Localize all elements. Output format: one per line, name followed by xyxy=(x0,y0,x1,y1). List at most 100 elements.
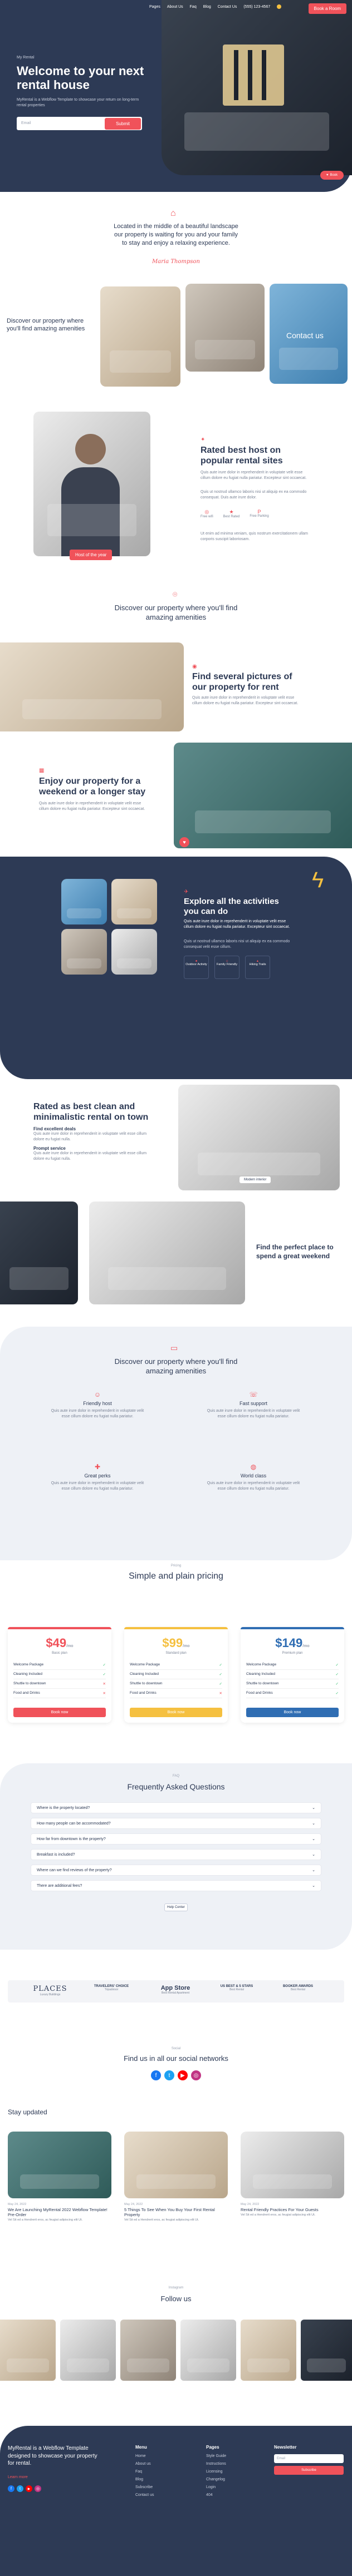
footer-social-icons: f t ▶ ◎ xyxy=(8,2485,41,2492)
rated-item-2: Prompt service Quis aute irure dolor in … xyxy=(33,1146,156,1162)
stat-wifi: ◎ Free wifi xyxy=(201,509,213,518)
chevron-down-icon: ⌄ xyxy=(312,1853,315,1857)
footer-link[interactable]: 404 xyxy=(206,2493,226,2497)
feature-support: ☏ Fast support Quis aute irure dolor in … xyxy=(203,1391,304,1420)
instagram-image-6[interactable] xyxy=(301,2320,352,2381)
newsletter-button[interactable]: Subscribe xyxy=(274,2466,344,2475)
hero-kicker: My Rental xyxy=(17,56,35,60)
nav-item-pages[interactable]: Pages xyxy=(149,5,160,9)
footer-link[interactable]: Blog xyxy=(135,2478,154,2481)
rated-image xyxy=(178,1085,340,1190)
parking-icon: P xyxy=(257,509,261,515)
blog-post-1[interactable]: May 24, 2022 We Are Launching MyRental 20… xyxy=(8,2203,111,2223)
instagram-image-1[interactable] xyxy=(0,2320,56,2381)
price-premium-button[interactable]: Book now xyxy=(246,1708,339,1717)
host-badge: Host of the year xyxy=(70,550,113,560)
instagram-image-5[interactable] xyxy=(241,2320,296,2381)
nav-phone[interactable]: (555) 123-4567 xyxy=(243,5,270,9)
nav-item-faq[interactable]: Faq xyxy=(190,5,197,9)
footer-link[interactable]: Instructions xyxy=(206,2462,226,2466)
faq-item[interactable]: There are additional fees? ⌄ xyxy=(31,1880,321,1891)
faq-item[interactable]: How many people can be accommodated? ⌄ xyxy=(31,1818,321,1829)
check-icon: ✓ xyxy=(335,1663,339,1667)
activity-tag-2: ☺ Family Friendly xyxy=(214,956,239,979)
youtube-icon[interactable]: ▶ xyxy=(26,2485,32,2492)
chevron-down-icon: ⌄ xyxy=(312,1868,315,1872)
award-1: PLACES Luxury Buildings xyxy=(33,1985,67,1996)
footer-menu: Menu Home About us Faq Blog Subscribe Co… xyxy=(135,2445,154,2497)
activity-image-2 xyxy=(111,879,157,924)
footer-link[interactable]: Subscribe xyxy=(135,2485,154,2489)
help-center-button[interactable]: Help Center xyxy=(164,1903,188,1911)
rated-item-1-title: Find excellent deals xyxy=(33,1126,76,1131)
blog-image-3[interactable] xyxy=(241,2132,344,2198)
heart-fab[interactable]: ♥ xyxy=(179,837,189,847)
footer-learn-more[interactable]: Learn more xyxy=(8,2475,28,2479)
getaway-image-1 xyxy=(0,1202,78,1304)
hero-submit-button[interactable]: Submit xyxy=(105,118,141,130)
hero-email-input[interactable]: Email xyxy=(21,121,31,125)
twitter-icon[interactable]: t xyxy=(17,2485,23,2492)
footer-link[interactable]: Licensing xyxy=(206,2470,226,2474)
smile-icon: ☺ xyxy=(94,1391,101,1398)
instagram-icon[interactable]: ◎ xyxy=(35,2485,41,2492)
footer-link[interactable]: Changelog xyxy=(206,2478,226,2481)
price-card-premium: $149/mo Premium plan Welcome Package ✓ Cl… xyxy=(241,1627,344,1723)
instagram-icon[interactable]: ◎ xyxy=(191,2070,201,2080)
amenities-title: Discover our property where you'll find … xyxy=(114,604,238,621)
book-badge[interactable]: ♥ Book xyxy=(320,171,344,180)
blog-image-2[interactable] xyxy=(124,2132,228,2198)
twitter-icon[interactable]: t xyxy=(164,2070,174,2080)
chevron-down-icon: ⌄ xyxy=(312,1837,315,1841)
heart-icon: ♥ xyxy=(326,174,329,177)
facebook-icon[interactable]: f xyxy=(8,2485,14,2492)
instagram-image-4[interactable] xyxy=(180,2320,236,2381)
amenities-header: ⌾ Discover our property where you'll fin… xyxy=(0,584,352,631)
book-room-button[interactable]: Book a Room xyxy=(308,3,346,14)
nav-item-contact[interactable]: Contact Us xyxy=(218,5,237,9)
facebook-icon[interactable]: f xyxy=(151,2070,161,2080)
faq-item[interactable]: How far from downtown is the property? ⌄ xyxy=(31,1833,321,1845)
footer-link[interactable]: Style Guide xyxy=(206,2454,226,2458)
youtube-icon[interactable]: ▶ xyxy=(178,2070,188,2080)
faq-item[interactable]: Breakfast is included? ⌄ xyxy=(31,1849,321,1860)
footer-link[interactable]: Login xyxy=(206,2485,226,2489)
newsletter-input[interactable]: Email xyxy=(274,2454,344,2463)
user-icon[interactable] xyxy=(277,4,282,9)
stat-rated: ★ Best Rated xyxy=(223,509,240,518)
nav-item-about[interactable]: About Us xyxy=(167,5,183,9)
top-nav: Pages About Us Faq Blog Contact Us (555)… xyxy=(149,4,282,9)
blog-post-2[interactable]: May 24, 2022 5 Things To See When You Buy… xyxy=(124,2203,228,2223)
hero-text: MyRental is a Webflow Template to showca… xyxy=(17,98,139,107)
weekend-image xyxy=(174,743,352,848)
host-p3: Ut enim ad minima veniam, quis nostrum e… xyxy=(201,532,308,542)
rated-item-2-title: Prompt service xyxy=(33,1146,66,1151)
faq-item[interactable]: Where is the property located? ⌄ xyxy=(31,1802,321,1813)
blog-image-1[interactable] xyxy=(8,2132,111,2198)
camera-icon: ◉ xyxy=(192,664,197,670)
gallery-image-3[interactable]: Contact us xyxy=(270,284,348,384)
nav-item-blog[interactable]: Blog xyxy=(203,5,211,9)
faq-item[interactable]: Where can we find reviews of the propert… xyxy=(31,1865,321,1876)
stat-parking: P Free Parking xyxy=(250,509,269,518)
rated-item-1: Find excellent deals Quis aute irure dol… xyxy=(33,1126,156,1143)
instagram-image-2[interactable] xyxy=(60,2320,116,2381)
price-standard-button[interactable]: Book now xyxy=(130,1708,222,1717)
social-icons: f t ▶ ◎ xyxy=(142,2070,210,2080)
location-icon: ⌾ xyxy=(173,590,178,599)
footer-link[interactable]: Home xyxy=(135,2454,154,2458)
features-section: ▭ Discover our property where you'll fin… xyxy=(0,1327,352,1560)
price-basic-button[interactable]: Book now xyxy=(13,1708,106,1717)
instagram-image-3[interactable] xyxy=(120,2320,176,2381)
contact-us-overlay[interactable]: Contact us xyxy=(286,331,324,340)
footer-link[interactable]: About us xyxy=(135,2462,154,2466)
award-4: US BEST & 5 STARS Best Rental xyxy=(220,1985,253,1991)
rated-section: Rated as best clean and minimalistic ren… xyxy=(0,1079,352,1196)
footer-link[interactable]: Faq xyxy=(135,2470,154,2474)
hero-title: Welcome to your next rental house xyxy=(17,64,144,92)
blog-post-3[interactable]: May 24, 2022 Rental Friendly Practices Fo… xyxy=(241,2203,344,2218)
footer-link[interactable]: Contact us xyxy=(135,2493,154,2497)
footer-title: MyRental is a Webflow Template designed … xyxy=(8,2445,97,2466)
host-photo xyxy=(33,412,150,556)
follow-title: Follow us xyxy=(160,2295,192,2303)
